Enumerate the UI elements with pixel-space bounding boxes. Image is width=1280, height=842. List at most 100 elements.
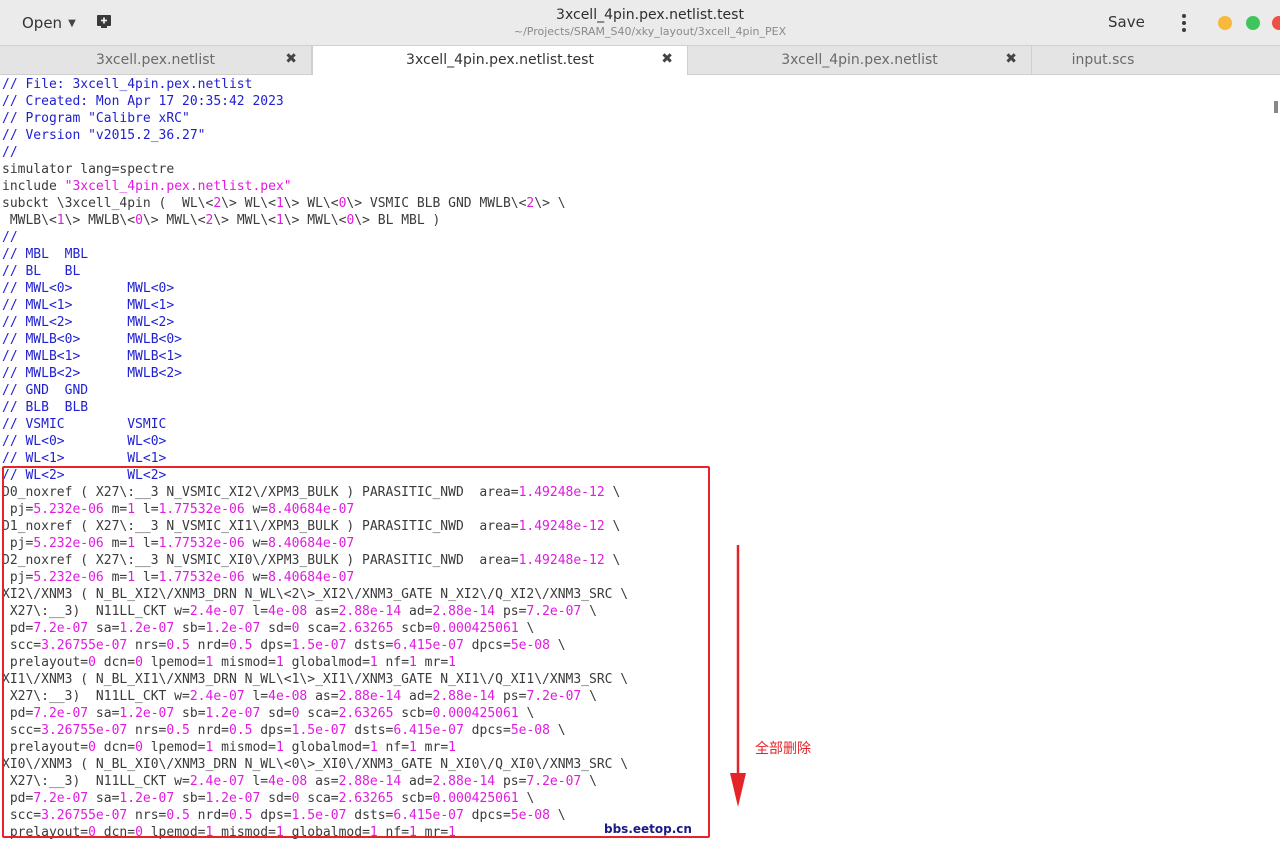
code-token: include [2,179,65,194]
code-editor[interactable]: // File: 3xcell_4pin.pex.netlist // Creat… [0,75,1280,842]
code-token: 0 [88,655,96,670]
code-line: X27\:__3) N11LL_CKT w=2.4e-07 l=4e-08 as… [2,603,597,620]
code-token: 1 [448,655,456,670]
code-token: m= [103,536,128,551]
code-token: prelayout= [2,825,89,840]
code-token: 8.40684e-07 [268,570,355,585]
code-token: 1 [127,502,136,517]
code-token: 2.63265 [338,621,394,636]
code-token: 8.40684e-07 [268,536,355,551]
code-line: // Created: Mon Apr 17 20:35:42 2023 [2,93,284,110]
window-title: 3xcell_4pin.pex.netlist.test [556,7,744,23]
code-token: \ [604,485,621,500]
tab-3xcell-pex-netlist[interactable]: 3xcell.pex.netlist ✖ [0,46,312,75]
close-window-icon[interactable] [1272,16,1280,30]
code-line: simulator lang=spectre [2,161,174,178]
code-token: 1 [369,740,378,755]
header-bar: Open ▼ 3xcell_4pin.pex.netlist.test ~/Pr… [0,0,1280,46]
code-token: 0.5 [166,808,190,823]
code-token: 0 [135,213,143,228]
code-token: X27\:__3) N11LL_CKT w= [2,774,190,789]
code-token: 3.26755e-07 [41,723,128,738]
tab-label: 3xcell.pex.netlist [95,52,215,68]
close-tab-icon[interactable]: ✖ [661,51,673,67]
code-token: 2.4e-07 [189,604,245,619]
code-line: // MWLB<2> MWLB<2> [2,365,182,382]
code-token: \> \ [534,196,566,211]
code-token: 1.77532e-06 [158,536,245,551]
maximize-window-icon[interactable] [1246,16,1260,30]
code-token: \ [518,791,535,806]
code-token: ad= [401,774,433,789]
code-line: // [2,144,18,161]
code-token: sb= [174,621,206,636]
code-token: dpcs= [463,808,511,823]
code-token: 1 [275,655,284,670]
tab-label: 3xcell_4pin.pex.netlist.test [406,52,594,68]
minimize-window-icon[interactable] [1218,16,1232,30]
code-token: 1.5e-07 [291,808,347,823]
tab-3xcell-4pin-pex-netlist-test[interactable]: 3xcell_4pin.pex.netlist.test ✖ [312,46,688,75]
code-token: 7.2e-07 [33,621,89,636]
code-token: ps= [495,604,527,619]
code-token: ps= [495,689,527,704]
code-token: MWLB\< [2,213,57,228]
code-token: sb= [174,706,206,721]
code-token: sb= [174,791,206,806]
code-token: 1 [127,536,136,551]
code-line: // WL<1> WL<1> [2,450,166,467]
close-tab-icon[interactable]: ✖ [1005,51,1017,67]
code-token: 0.5 [229,638,253,653]
code-token: nrd= [189,808,229,823]
code-token: 5.232e-06 [33,502,104,517]
code-token: 4e-08 [268,774,308,789]
code-line: pd=7.2e-07 sa=1.2e-07 sb=1.2e-07 sd=0 sc… [2,620,534,637]
code-token: sa= [88,706,120,721]
code-token: // WL<0> WL<0> [2,434,167,449]
code-token: 6.415e-07 [393,808,464,823]
code-token: 1.49248e-12 [518,485,605,500]
code-line: // Version "v2015.2_36.27" [2,127,206,144]
tab-label: input.scs [1071,52,1135,68]
code-token: 1 [448,740,456,755]
code-token: lpemod= [142,825,206,840]
chevron-down-icon: ▼ [68,17,76,29]
code-token: // BLB BLB [2,400,89,415]
code-token: 0 [88,825,96,840]
code-token: 1.2e-07 [119,791,175,806]
code-token: \ [581,689,597,704]
code-token: // MWLB<0> MWLB<0> [2,332,183,347]
code-token: 5e-08 [510,808,550,823]
open-button[interactable]: Open ▼ [14,10,84,36]
code-token: dps= [252,638,292,653]
code-token: nf= [377,655,410,670]
code-token: as= [307,689,339,704]
code-token: pj= [2,536,34,551]
code-token: mr= [416,740,449,755]
code-token: \ [549,723,566,738]
code-token: // GND GND [2,383,89,398]
code-token: XI0\/XNM3 ( N_BL_XI0\/XNM3_DRN N_WL\<0\>… [2,757,629,772]
new-document-icon[interactable] [94,11,114,31]
code-token: 2.88e-14 [338,604,402,619]
code-token: sa= [88,791,120,806]
tab-3xcell-4pin-pex-netlist[interactable]: 3xcell_4pin.pex.netlist ✖ [688,46,1032,75]
code-token: scb= [393,706,433,721]
code-token: 1 [275,196,284,211]
save-button[interactable]: Save [1108,13,1145,31]
code-token: l= [135,536,159,551]
code-token: nrs= [127,808,167,823]
code-token: 0.000425061 [432,791,519,806]
code-line: MWLB\<1\> MWLB\<0\> MWL\<2\> MWL\<1\> MW… [2,212,441,229]
close-tab-icon[interactable]: ✖ [285,51,297,67]
code-token: nrd= [189,723,229,738]
code-line: prelayout=0 dcn=0 lpemod=1 mismod=1 glob… [2,739,456,756]
menu-kebab-icon[interactable] [1176,10,1192,36]
tab-input-scs[interactable]: input.scs [1032,46,1280,75]
code-token: sa= [88,621,120,636]
code-token: 1 [409,825,417,840]
code-token: sd= [260,621,292,636]
window-title-group: 3xcell_4pin.pex.netlist.test ~/Projects/… [400,6,900,40]
code-token: 6.415e-07 [393,723,464,738]
code-token: \> MWLB\< [64,213,136,228]
